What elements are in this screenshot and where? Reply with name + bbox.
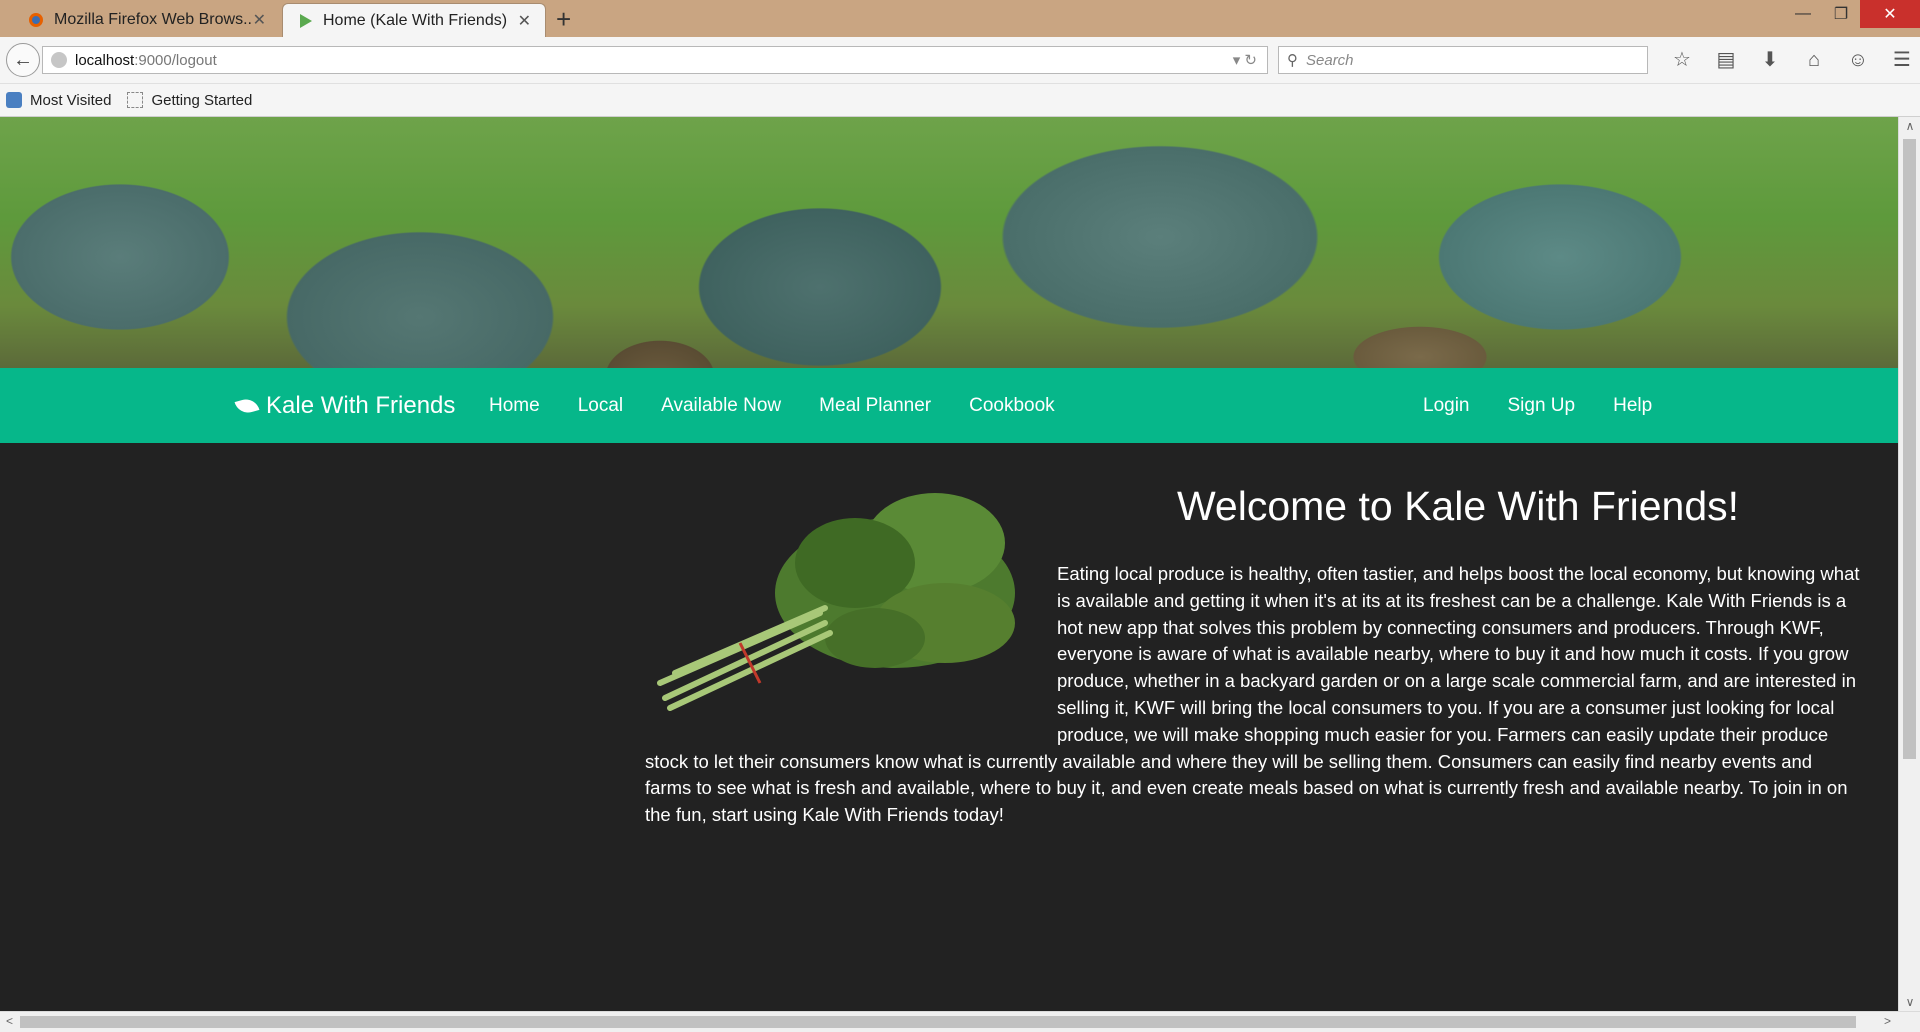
- nav-sign-up[interactable]: Sign Up: [1489, 395, 1595, 417]
- arrow-left-icon: ←: [13, 48, 33, 71]
- nav-right: Login Sign Up Help: [1404, 368, 1671, 443]
- nav-local[interactable]: Local: [559, 395, 642, 417]
- toolbar-icons: ☆ ▤ ⬇ ⌂ ☺ ☰: [1660, 46, 1920, 74]
- hero-kale-garden-image: [0, 117, 1898, 368]
- page-icon: [127, 92, 144, 108]
- leaf-icon: [234, 395, 260, 416]
- scroll-down-icon[interactable]: ∨: [1899, 995, 1920, 1009]
- nav-cookbook[interactable]: Cookbook: [950, 395, 1074, 417]
- nav-available-now[interactable]: Available Now: [642, 395, 800, 417]
- vertical-scrollbar[interactable]: ∧ ∨: [1898, 117, 1920, 1011]
- home-icon[interactable]: ⌂: [1792, 46, 1836, 74]
- scroll-thumb[interactable]: [1903, 139, 1916, 759]
- tab-firefox[interactable]: Mozilla Firefox Web Brows... ✕: [10, 3, 280, 37]
- bookmark-label: Most Visited: [30, 91, 112, 109]
- scroll-thumb[interactable]: [20, 1016, 1856, 1028]
- new-tab-button[interactable]: +: [556, 4, 571, 34]
- menu-icon[interactable]: ☰: [1880, 46, 1920, 74]
- horizontal-scrollbar[interactable]: < >: [0, 1011, 1920, 1032]
- browser-navbar: ← localhost:9000/logout ▾ ↻ ⚲ Search ☆ ▤…: [0, 37, 1920, 84]
- tab-strip: Mozilla Firefox Web Brows... ✕ Home (Kal…: [0, 0, 1920, 37]
- url-bar[interactable]: localhost:9000/logout ▾ ↻: [42, 46, 1268, 74]
- tab-home[interactable]: Home (Kale With Friends) ✕: [282, 3, 546, 37]
- nav-help[interactable]: Help: [1594, 395, 1671, 417]
- intro-paragraph: Eating local produce is healthy, often t…: [645, 561, 1861, 829]
- search-placeholder: Search: [1306, 51, 1354, 69]
- most-visited-icon: [6, 92, 22, 108]
- scroll-up-icon[interactable]: ∧: [1899, 119, 1920, 133]
- url-path: :9000/logout: [134, 51, 217, 69]
- scroll-right-icon[interactable]: >: [1884, 1014, 1891, 1028]
- brand-link[interactable]: Kale With Friends: [234, 368, 456, 443]
- download-icon[interactable]: ⬇: [1748, 46, 1792, 74]
- tab-label: Mozilla Firefox Web Brows...: [54, 11, 253, 28]
- play-icon: [300, 13, 312, 28]
- nav-home[interactable]: Home: [470, 395, 559, 417]
- close-icon[interactable]: ✕: [518, 11, 531, 31]
- nav-login[interactable]: Login: [1404, 395, 1489, 417]
- bookmark-label: Getting Started: [151, 91, 253, 109]
- reading-list-icon[interactable]: ▤: [1704, 46, 1748, 74]
- firefox-icon: [29, 13, 43, 27]
- site-navbar: Kale With Friends Home Local Available N…: [0, 368, 1898, 443]
- scroll-left-icon[interactable]: <: [6, 1014, 13, 1028]
- bookmark-getting-started[interactable]: Getting Started: [127, 92, 252, 109]
- tab-label: Home (Kale With Friends): [323, 11, 508, 29]
- chat-icon[interactable]: ☺: [1836, 46, 1880, 74]
- bookmarks-bar: Most Visited Getting Started: [0, 84, 1920, 117]
- nav-meal-planner[interactable]: Meal Planner: [800, 395, 950, 417]
- bookmark-star-icon[interactable]: ☆: [1660, 46, 1704, 74]
- welcome-title: Welcome to Kale With Friends!: [1176, 483, 1740, 529]
- nav-left: Home Local Available Now Meal Planner Co…: [470, 368, 1074, 443]
- reload-icon[interactable]: ▾ ↻: [1233, 51, 1257, 69]
- back-button[interactable]: ←: [6, 43, 40, 77]
- close-window-button[interactable]: ✕: [1860, 0, 1920, 28]
- brand-name: Kale With Friends: [266, 391, 456, 419]
- search-icon: ⚲: [1287, 52, 1298, 69]
- page-viewport: Kale With Friends Home Local Available N…: [0, 117, 1898, 1011]
- search-input[interactable]: ⚲ Search: [1278, 46, 1648, 74]
- maximize-button[interactable]: ❐: [1818, 0, 1864, 28]
- bookmark-most-visited[interactable]: Most Visited: [6, 92, 111, 109]
- close-icon[interactable]: ✕: [253, 10, 266, 30]
- url-host: localhost: [75, 51, 135, 69]
- globe-icon: [51, 52, 67, 68]
